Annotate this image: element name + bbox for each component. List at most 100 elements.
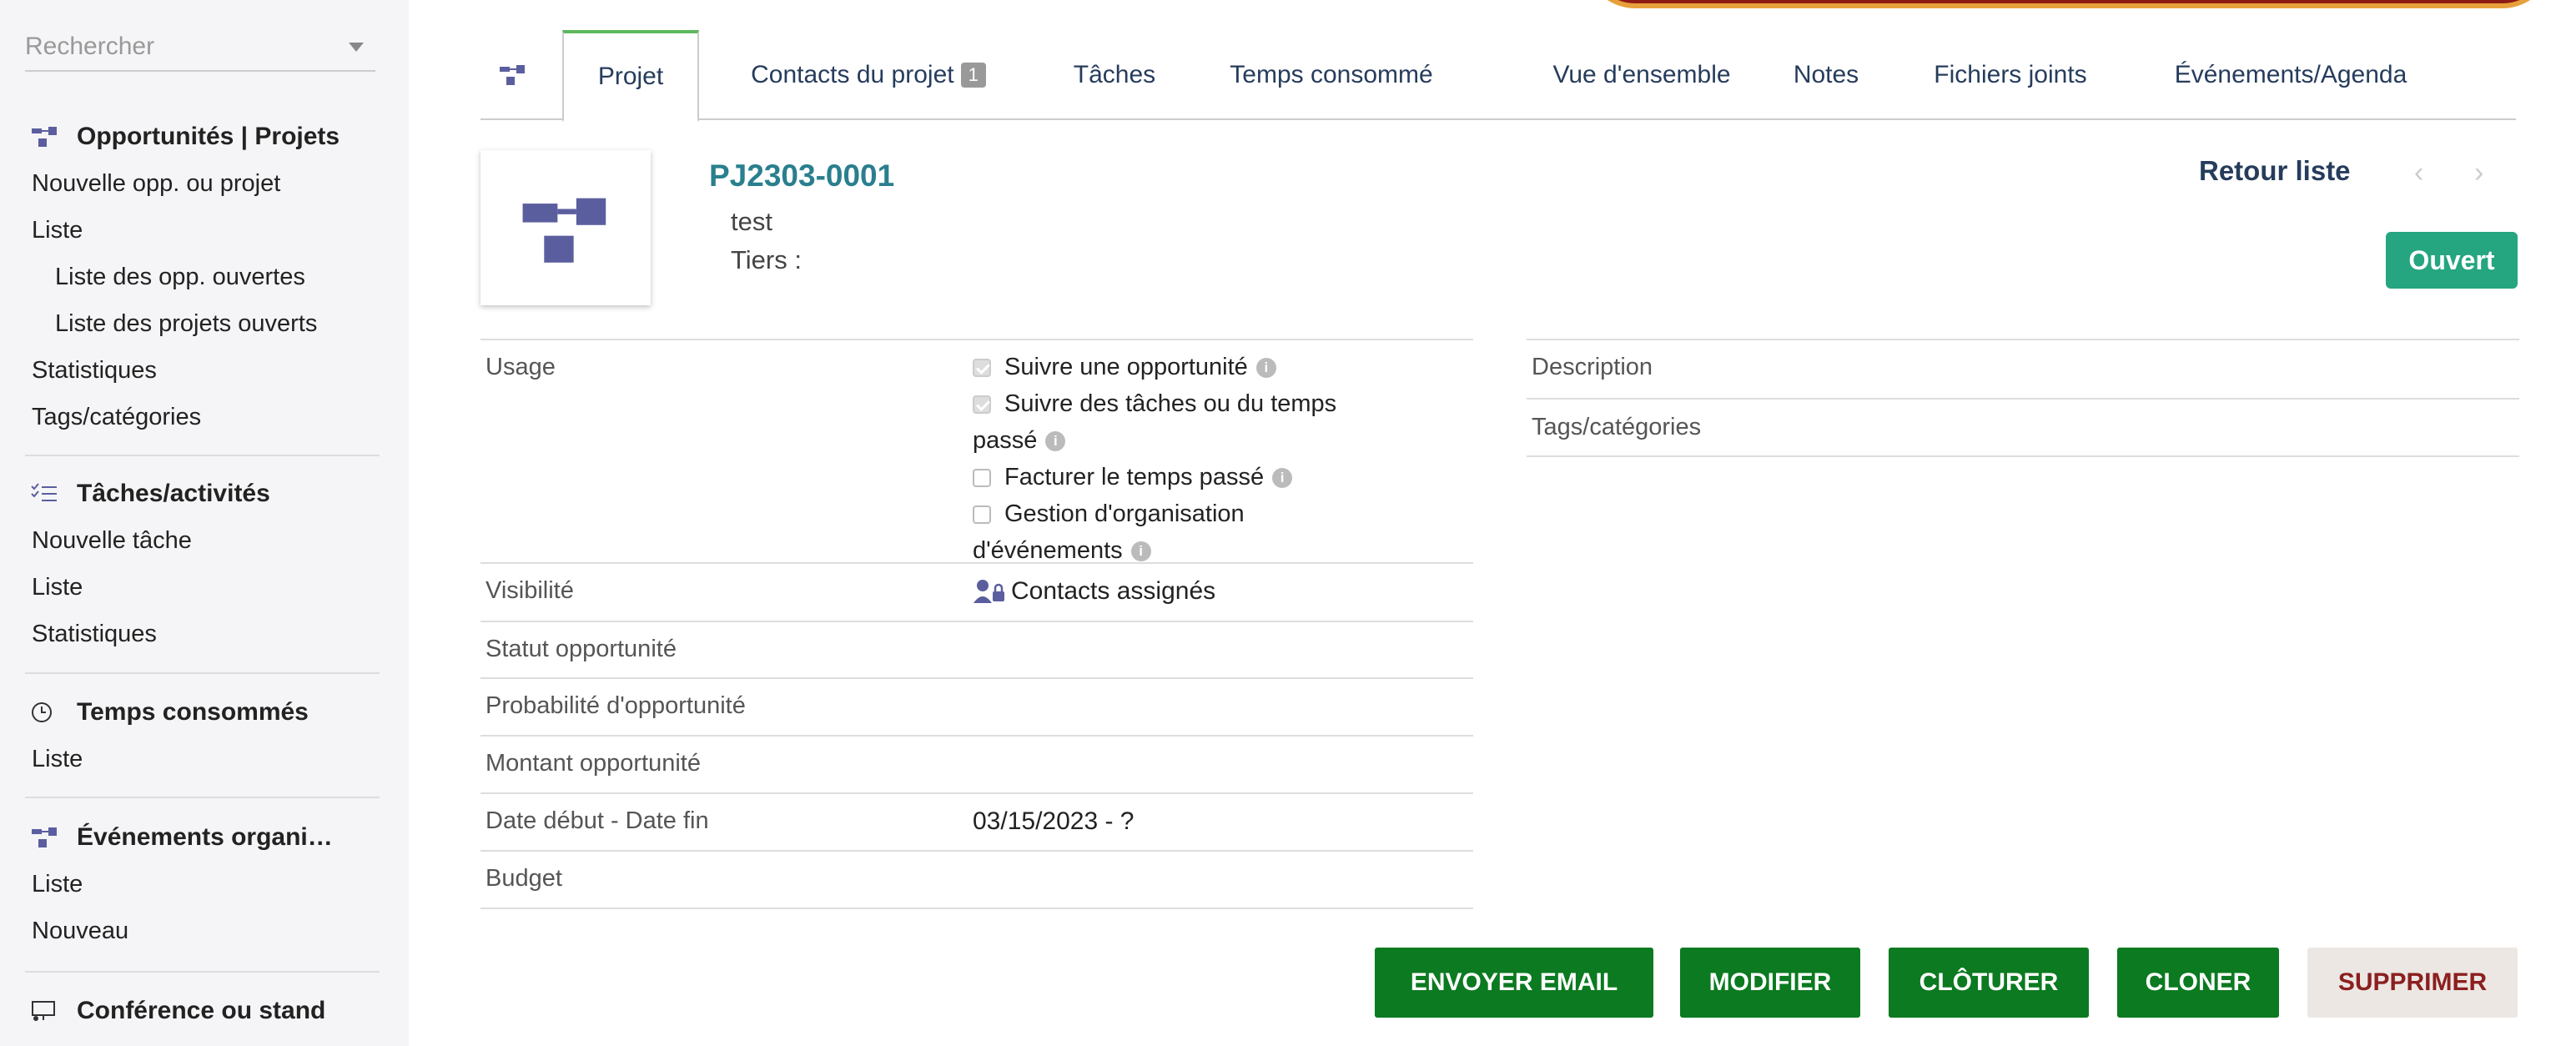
usage-option-events: Gestion d'organisation: [973, 495, 1473, 532]
dates-label: Date début - Date fin: [486, 807, 709, 834]
tab-taches[interactable]: Tâches: [1056, 30, 1173, 120]
info-icon: i: [1130, 541, 1151, 562]
budget-label: Budget: [486, 865, 562, 892]
tab-evenements[interactable]: Événements/Agenda: [2149, 30, 2433, 120]
tags-label: Tags/catégories: [1532, 414, 1702, 440]
usage-label: Usage: [486, 354, 556, 380]
previous-arrow-icon[interactable]: ‹: [2414, 157, 2423, 189]
project-logo: [480, 150, 651, 305]
tab-contacts[interactable]: Contacts du projet 1: [722, 30, 1014, 120]
menu-item-task-stats[interactable]: Statistiques: [0, 611, 409, 657]
usage-option-billing: Facturer le temps passé i: [973, 459, 1473, 495]
tab-project-icon[interactable]: [487, 30, 537, 120]
menu-events: Événements organi… Liste Nouveau: [0, 814, 409, 954]
menu-item-open-projects[interactable]: Liste des projets ouverts: [0, 300, 409, 347]
divider: [480, 908, 1473, 909]
usage-option-label: d'événements: [973, 537, 1123, 564]
menu-item-open-opps[interactable]: Liste des opp. ouvertes: [0, 254, 409, 300]
divider: [25, 455, 380, 456]
menu-item-new-task[interactable]: Nouvelle tâche: [0, 517, 409, 564]
divider: [25, 672, 380, 674]
usage-option-label: Suivre des tâches ou du temps: [1004, 390, 1337, 417]
project-label: test: [731, 207, 772, 236]
chevron-down-icon[interactable]: [349, 42, 364, 52]
usage-checkbox-3[interactable]: [973, 469, 991, 488]
menu-time: Temps consommés Liste: [0, 689, 409, 782]
menu-conference: Conférence ou stand: [0, 988, 409, 1034]
menu-title-label: Temps consommés: [77, 698, 309, 726]
divider: [480, 621, 1473, 622]
project-tiers: Tiers :: [731, 245, 802, 274]
menu-item-new-project[interactable]: Nouvelle opp. ou projet: [0, 160, 409, 207]
divider: [480, 562, 1473, 564]
visibility-value: Contacts assignés: [973, 577, 1215, 606]
description-label: Description: [1532, 354, 1653, 380]
clone-button[interactable]: CLONER: [2117, 948, 2279, 1018]
close-button[interactable]: CLÔTURER: [1889, 948, 2089, 1018]
menu-item-events-new[interactable]: Nouveau: [0, 908, 409, 954]
project-icon: [32, 127, 57, 147]
divider: [1527, 398, 2519, 400]
delete-button[interactable]: SUPPRIMER: [2307, 948, 2518, 1018]
tab-projet[interactable]: Projet: [562, 30, 699, 122]
menu-tasks: Tâches/activités Nouvelle tâche Liste St…: [0, 470, 409, 657]
tab-fichiers[interactable]: Fichiers joints: [1910, 30, 2111, 120]
project-icon: [32, 827, 57, 847]
opp-probability-label: Probabilité d'opportunité: [486, 692, 746, 719]
visibility-label: Visibilité: [486, 577, 574, 604]
tab-bar: Projet Contacts du projet 1 Tâches Temps…: [480, 30, 2516, 122]
divider: [480, 677, 1473, 679]
menu-title-label: Conférence ou stand: [77, 997, 326, 1024]
usage-checkbox-2[interactable]: [973, 395, 991, 415]
divider: [25, 797, 380, 798]
menu-title-events[interactable]: Événements organi…: [0, 814, 409, 861]
menu-item-list[interactable]: Liste: [0, 207, 409, 254]
edit-button[interactable]: MODIFIER: [1680, 948, 1860, 1018]
menu-title-projects[interactable]: Opportunités | Projets: [0, 113, 409, 160]
divider: [480, 339, 1473, 340]
dates-value: 03/15/2023 - ?: [973, 807, 1135, 835]
opp-status-label: Statut opportunité: [486, 636, 677, 662]
menu-item-tags[interactable]: Tags/catégories: [0, 394, 409, 440]
divider: [25, 971, 380, 973]
menu-title-conference[interactable]: Conférence ou stand: [0, 988, 409, 1034]
menu-item-events-list[interactable]: Liste: [0, 861, 409, 908]
tab-vue[interactable]: Vue d'ensemble: [1533, 30, 1750, 120]
info-icon: i: [1255, 358, 1276, 379]
menu-title-time[interactable]: Temps consommés: [0, 689, 409, 736]
back-to-list-link[interactable]: Retour liste: [2199, 155, 2351, 187]
menu-title-label: Opportunités | Projets: [77, 123, 340, 150]
usage-option-label: passé: [973, 427, 1038, 454]
decorative-banner: [1585, 0, 2553, 8]
presentation-icon: [32, 1001, 55, 1021]
divider: [1527, 339, 2519, 340]
divider: [480, 792, 1473, 794]
search-select[interactable]: Rechercher: [25, 23, 375, 72]
tab-temps[interactable]: Temps consommé: [1206, 30, 1457, 120]
menu-item-time-list[interactable]: Liste: [0, 736, 409, 782]
send-email-button[interactable]: ENVOYER EMAIL: [1375, 948, 1653, 1018]
project-ref: PJ2303-0001: [709, 158, 895, 193]
menu-item-statistics[interactable]: Statistiques: [0, 347, 409, 394]
info-icon: i: [1272, 468, 1293, 489]
divider: [1527, 455, 2519, 457]
opp-amount-label: Montant opportunité: [486, 750, 701, 777]
clock-icon: [32, 702, 52, 722]
tab-label: Contacts du projet: [751, 61, 954, 88]
project-icon: [522, 198, 606, 263]
usage-option-label: Suivre une opportunité: [1004, 354, 1248, 380]
menu-item-task-list[interactable]: Liste: [0, 564, 409, 611]
usage-option-opportunity: Suivre une opportunité i: [973, 349, 1473, 385]
divider: [480, 850, 1473, 852]
count-badge: 1: [960, 63, 986, 88]
status-badge: Ouvert: [2386, 232, 2518, 289]
users-lock-icon: [974, 580, 1004, 603]
usage-checkbox-4[interactable]: [973, 505, 991, 525]
next-arrow-icon[interactable]: ›: [2474, 157, 2483, 189]
menu-projects: Opportunités | Projets Nouvelle opp. ou …: [0, 113, 409, 440]
menu-title-tasks[interactable]: Tâches/activités: [0, 470, 409, 517]
usage-checkbox-1[interactable]: [973, 359, 991, 378]
tab-notes[interactable]: Notes: [1772, 30, 1880, 120]
menu-title-label: Tâches/activités: [77, 480, 270, 507]
usage-option-label: Facturer le temps passé: [1004, 464, 1265, 490]
